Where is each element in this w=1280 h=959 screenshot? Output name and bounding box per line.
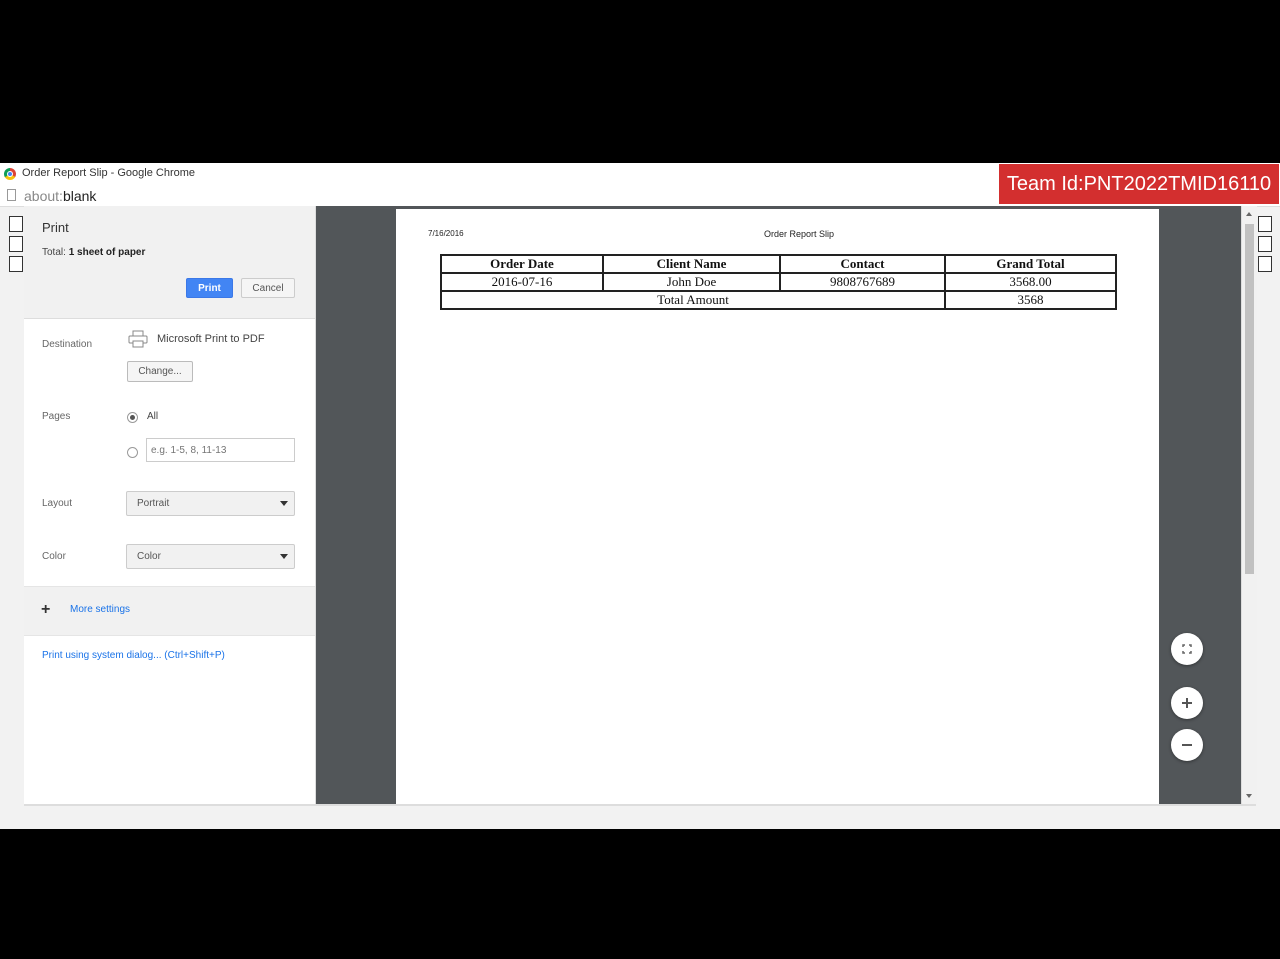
scroll-down-icon[interactable] (1246, 794, 1252, 798)
scroll-thumb[interactable] (1245, 224, 1254, 574)
fit-to-page-icon[interactable] (1171, 633, 1203, 665)
color-select[interactable]: Color (126, 544, 295, 569)
print-title: Print (42, 220, 69, 235)
more-settings-link[interactable]: More settings (70, 604, 130, 615)
chrome-logo-icon (4, 168, 16, 180)
order-report-table: Order Date Client Name Contact Grand Tot… (440, 254, 1117, 310)
url-scheme: about: (24, 188, 63, 204)
cell-client-name: John Doe (602, 272, 781, 292)
destination-value: Microsoft Print to PDF (157, 333, 265, 345)
header-client-name: Client Name (602, 254, 781, 274)
change-destination-button[interactable]: Change... (127, 361, 193, 382)
background-box (1258, 216, 1272, 232)
chevron-down-icon (280, 501, 288, 506)
pages-label: Pages (42, 411, 71, 422)
total-amount-label: Total Amount (440, 290, 946, 310)
cell-grand-total: 3568.00 (944, 272, 1117, 292)
total-label: Total: (42, 247, 66, 258)
print-preview-area: 7/16/2016 Order Report Slip Order Date C… (316, 206, 1241, 804)
layout-select[interactable]: Portrait (126, 491, 295, 516)
background-box (9, 216, 23, 232)
preview-page: 7/16/2016 Order Report Slip Order Date C… (396, 209, 1159, 804)
background-box (9, 236, 23, 252)
page-title: Order Report Slip (764, 229, 835, 239)
total-value: 1 sheet of paper (68, 247, 146, 258)
divider (24, 804, 1256, 806)
header-order-date: Order Date (440, 254, 604, 274)
cell-order-date: 2016-07-16 (440, 272, 604, 292)
zoom-in-icon[interactable] (1171, 687, 1203, 719)
background-box (1258, 256, 1272, 272)
scroll-up-icon[interactable] (1246, 212, 1252, 216)
color-value: Color (137, 551, 161, 562)
pages-range-input[interactable] (146, 438, 295, 462)
print-settings-panel: Print Total: 1 sheet of paper Print Canc… (24, 206, 316, 804)
print-header: Print Total: 1 sheet of paper Print Canc… (24, 206, 315, 319)
total-amount-value: 3568 (944, 290, 1117, 310)
team-id-badge: Team Id:PNT2022TMID16110 (999, 164, 1279, 204)
background-box (9, 256, 23, 272)
window-title: Order Report Slip - Google Chrome (22, 167, 196, 179)
table-header-row: Order Date Client Name Contact Grand Tot… (440, 254, 1117, 274)
table-row: 2016-07-16 John Doe 9808767689 3568.00 (440, 272, 1117, 292)
color-label: Color (42, 551, 66, 562)
layout-value: Portrait (137, 498, 170, 509)
page-date: 7/16/2016 (428, 229, 464, 238)
more-settings-toggle[interactable]: + More settings (24, 586, 315, 636)
url-path: blank (62, 188, 97, 204)
header-grand-total: Grand Total (944, 254, 1117, 274)
print-total: Total: 1 sheet of paper (42, 247, 145, 258)
plus-icon: + (41, 601, 51, 618)
pages-custom-radio[interactable] (127, 447, 138, 458)
pages-all-radio[interactable] (127, 412, 138, 423)
background-box (1258, 236, 1272, 252)
cell-contact: 9808767689 (779, 272, 946, 292)
preview-scrollbar[interactable] (1241, 206, 1257, 804)
layout-label: Layout (42, 498, 73, 509)
destination-label: Destination (42, 339, 93, 350)
chevron-down-icon (280, 554, 288, 559)
pages-all-label: All (147, 411, 159, 422)
cancel-button[interactable]: Cancel (241, 278, 295, 298)
system-dialog-link[interactable]: Print using system dialog... (Ctrl+Shift… (42, 650, 225, 661)
table-total-row: Total Amount 3568 (440, 290, 1117, 310)
zoom-out-icon[interactable] (1171, 729, 1203, 761)
url-text[interactable]: about:blank (24, 188, 96, 204)
print-button[interactable]: Print (186, 278, 233, 298)
header-contact: Contact (779, 254, 946, 274)
page-icon (7, 189, 16, 201)
printer-icon (128, 330, 148, 348)
